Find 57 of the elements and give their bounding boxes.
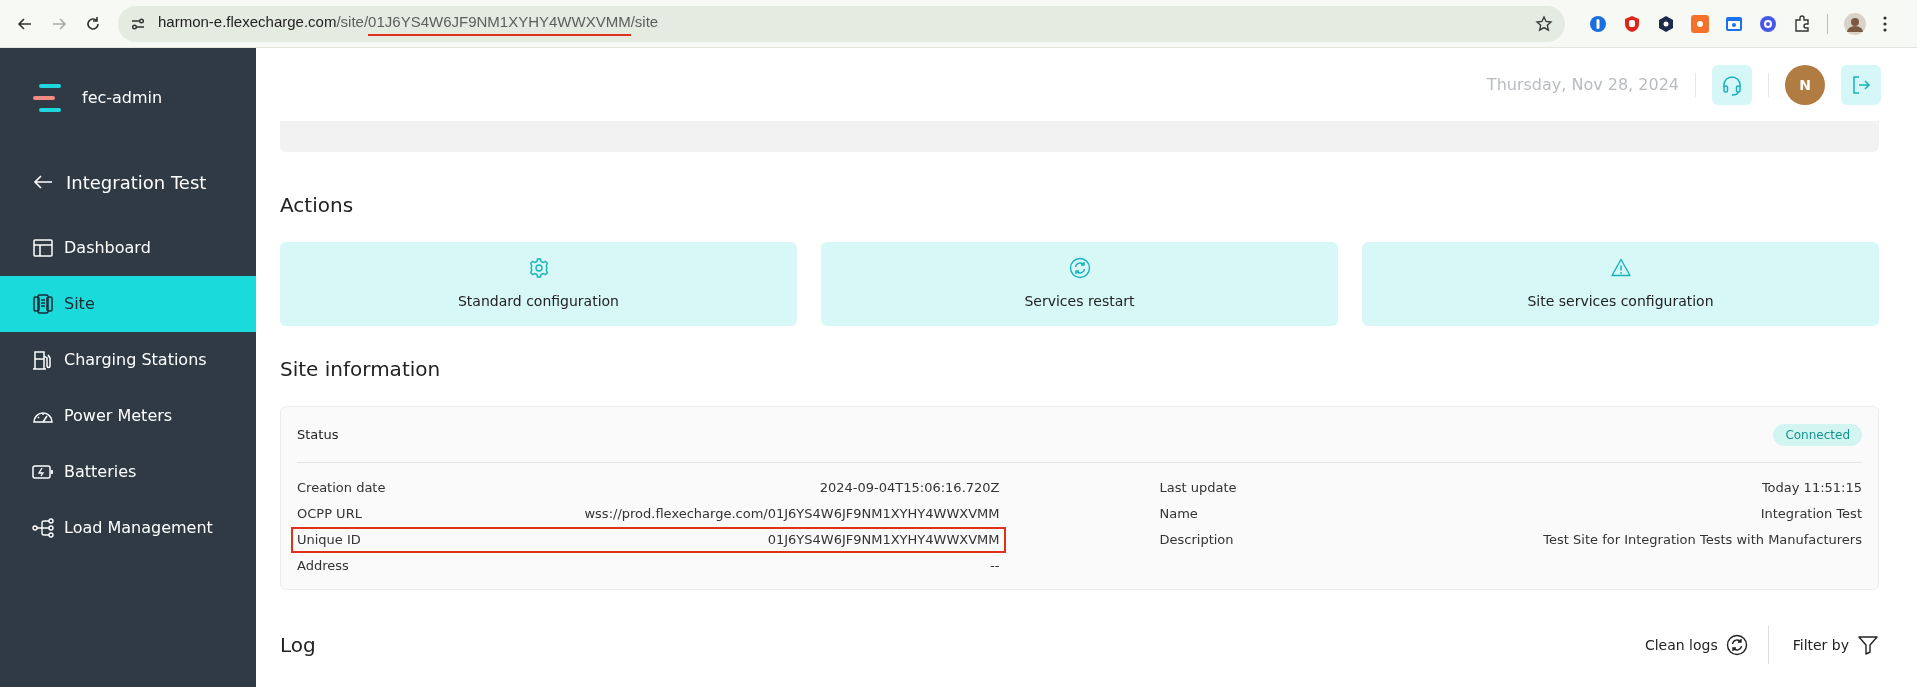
section-title: Log: [280, 632, 317, 659]
dashboard-icon: [32, 237, 54, 259]
field-value: 01J6YS4W6JF9NM1XYHY4WWXVMM: [767, 531, 1000, 550]
url-text: 01J6YS4W6JF9NM1XYHY4WWXVMM: [368, 11, 631, 36]
sidebar-item[interactable]: Batteries: [0, 444, 256, 500]
address-bar[interactable]: harmon-e.flexecharge.com/site/01J6YS4W6JF9NM1XYHY4WWXVMM/site: [118, 5, 1565, 42]
clean-logs-button[interactable]: Clean logs: [1644, 634, 1768, 656]
field-label: Address: [297, 557, 349, 576]
field-label: Unique ID: [297, 531, 361, 550]
logout-icon: [1850, 74, 1872, 96]
field-label: Description: [1159, 531, 1234, 550]
field-value: wss://prod.flexecharge.com/01J6YS4W6JF9NM1XYHY4WWXVMM: [584, 505, 1000, 524]
action-card[interactable]: Services restart: [821, 242, 1338, 326]
logo-icon: [32, 83, 62, 113]
sidebar-item[interactable]: Charging Stations: [0, 332, 256, 388]
warning-icon: [1609, 256, 1632, 279]
field-label: OCPP URL: [297, 505, 362, 524]
filter-button[interactable]: Filter by: [1768, 634, 1879, 656]
field-value: 2024-09-04T15:06:16.720Z: [819, 479, 1000, 498]
action-card[interactable]: Site services configuration: [1362, 242, 1879, 326]
url-text: /site/: [336, 12, 369, 33]
profile-avatar-icon[interactable]: [1844, 12, 1866, 35]
field-value: Test Site for Integration Tests with Manufacturers: [1543, 531, 1862, 550]
extensions-puzzle-icon[interactable]: [1793, 14, 1811, 33]
filter-icon: [1857, 634, 1879, 656]
field-value: Today 11:51:15: [1761, 479, 1862, 498]
url-text: /site: [630, 12, 659, 33]
refresh-icon: [1068, 256, 1091, 279]
bookmark-star-icon[interactable]: [1535, 14, 1553, 33]
field-value: Integration Test: [1760, 505, 1862, 524]
building-icon: [32, 293, 54, 315]
field-label: Name: [1159, 505, 1198, 524]
reload-icon[interactable]: [84, 14, 102, 33]
app-name: fec-admin: [82, 87, 163, 109]
refresh-icon: [1725, 634, 1748, 656]
sidebar-item[interactable]: Site: [0, 276, 256, 332]
hierarchy-icon: [32, 517, 54, 539]
extension-icon[interactable]: [1657, 14, 1675, 33]
status-label: Status: [297, 425, 339, 444]
fuel-pump-icon: [32, 349, 54, 371]
field-label: Creation date: [297, 479, 386, 498]
date-text: Thursday, Nov 28, 2024: [1486, 74, 1679, 96]
field-value: --: [990, 557, 1000, 576]
menu-icon[interactable]: [1882, 14, 1888, 33]
back-link[interactable]: Integration Test: [0, 162, 256, 202]
section-title: Actions: [280, 192, 355, 219]
sidebar-item[interactable]: Power Meters: [0, 388, 256, 444]
field-label: Last update: [1159, 479, 1237, 498]
url-text: harmon-e.flexecharge.com: [158, 12, 337, 33]
headset-icon: [1721, 74, 1743, 96]
sidebar-item[interactable]: Dashboard: [0, 220, 256, 276]
status-badge: Connected: [1773, 423, 1862, 446]
user-avatar[interactable]: N: [1785, 65, 1825, 105]
section-title: Site information: [280, 356, 442, 383]
gear-icon: [527, 256, 550, 279]
action-card[interactable]: Standard configuration: [280, 242, 797, 326]
sidebar-item[interactable]: Load Management: [0, 500, 256, 556]
